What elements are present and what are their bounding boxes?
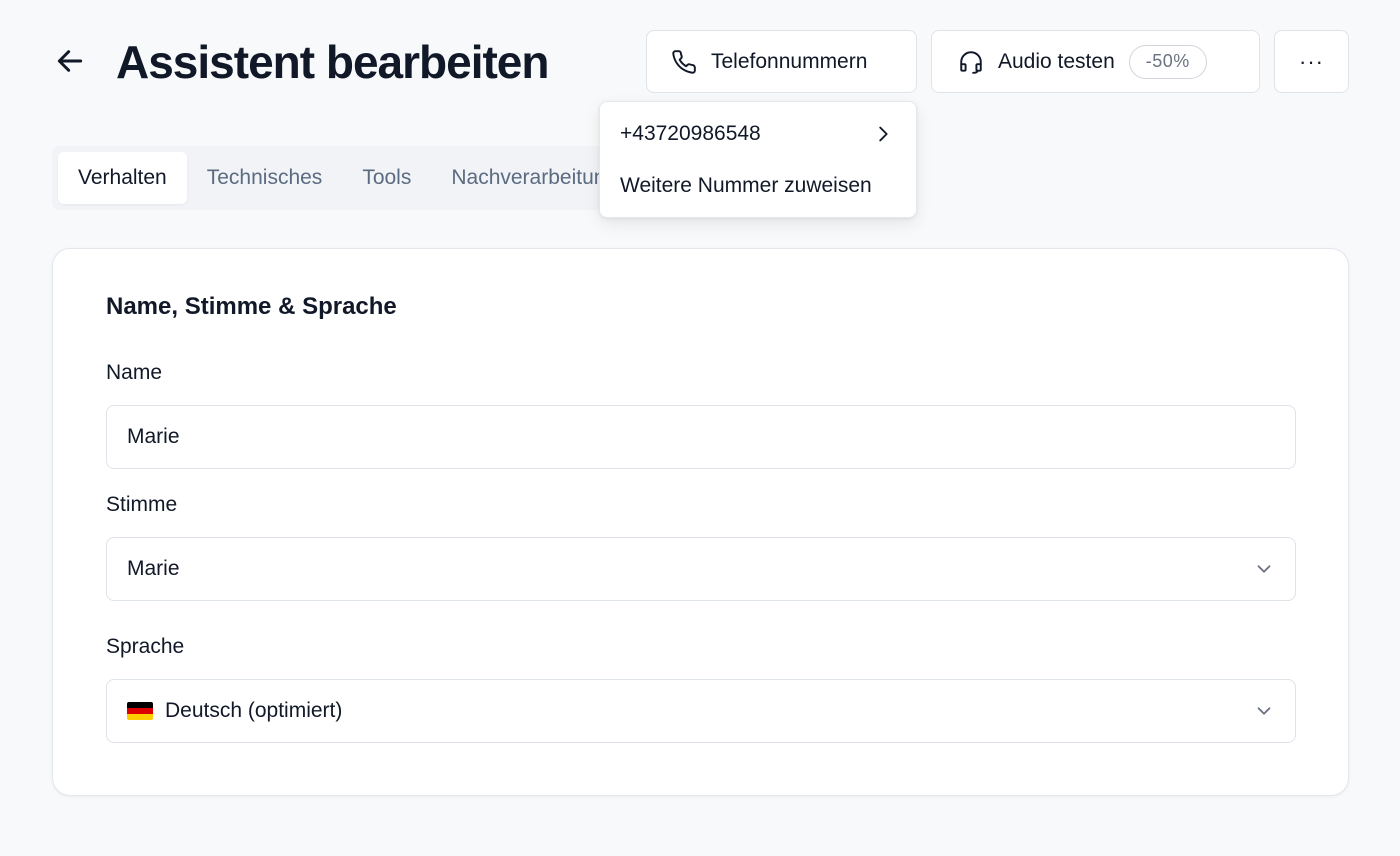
audio-test-button[interactable]: Audio testen -50% <box>931 30 1260 93</box>
tab-tools[interactable]: Tools <box>342 152 431 204</box>
chevron-down-icon <box>1253 700 1275 722</box>
phone-icon <box>671 49 697 75</box>
settings-card: Name, Stimme & Sprache Name Marie Stimme… <box>52 248 1349 796</box>
back-button[interactable] <box>52 42 88 80</box>
tab-technisches[interactable]: Technisches <box>187 152 343 204</box>
language-value: Deutsch (optimiert) <box>165 699 343 722</box>
voice-select[interactable]: Marie <box>106 537 1296 601</box>
chevron-right-icon <box>872 123 894 145</box>
ellipsis-icon: ··· <box>1299 48 1324 74</box>
audio-test-label: Audio testen <box>998 49 1115 73</box>
name-label: Name <box>106 361 163 384</box>
headphones-icon <box>958 49 984 75</box>
tab-verhalten[interactable]: Verhalten <box>58 152 187 204</box>
name-value: Marie <box>127 425 180 448</box>
german-flag-icon <box>127 702 153 720</box>
name-input[interactable]: Marie <box>106 405 1296 469</box>
assign-number-item[interactable]: Weitere Nummer zuweisen <box>600 160 916 212</box>
phone-numbers-button[interactable]: Telefonnummern <box>646 30 917 93</box>
arrow-left-icon <box>54 45 86 77</box>
phone-number-item[interactable]: +43720986548 <box>600 108 916 160</box>
tab-bar: Verhalten Technisches Tools Nachverarbei… <box>52 146 672 210</box>
voice-label: Stimme <box>106 493 178 516</box>
voice-value: Marie <box>127 557 180 580</box>
language-select[interactable]: Deutsch (optimiert) <box>106 679 1296 743</box>
assign-number-label: Weitere Nummer zuweisen <box>620 174 872 197</box>
page-title: Assistent bearbeiten <box>116 36 549 88</box>
card-title: Name, Stimme & Sprache <box>106 293 397 320</box>
chevron-down-icon <box>1253 558 1275 580</box>
discount-badge: -50% <box>1128 44 1207 79</box>
more-options-button[interactable]: ··· <box>1274 30 1349 93</box>
phone-numbers-label: Telefonnummern <box>711 49 868 73</box>
phone-numbers-dropdown: +43720986548 Weitere Nummer zuweisen <box>599 101 917 218</box>
phone-number-label: +43720986548 <box>620 122 761 145</box>
language-label: Sprache <box>106 635 185 658</box>
